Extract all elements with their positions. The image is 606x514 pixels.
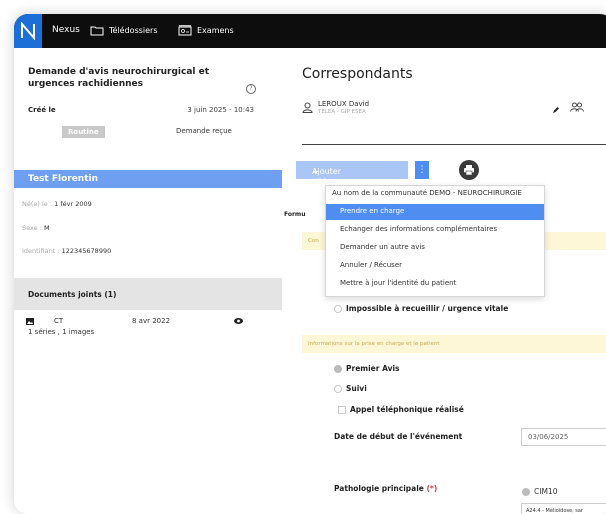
- required-mark: (*): [426, 484, 438, 493]
- image-icon: [26, 318, 34, 325]
- correspondant-org: TELEA - GIP ESEA: [318, 109, 366, 115]
- document-type: CT: [54, 317, 64, 325]
- radio-followup-label: Suivi: [346, 384, 367, 393]
- app-logo[interactable]: [14, 14, 42, 48]
- phone-call-label: Appel téléphonique réalisé: [350, 405, 464, 414]
- left-panel: Demande d'avis neurochirurgical et urgen…: [14, 48, 283, 514]
- radio-impossible[interactable]: Impossible à recueillir / urgence vitale: [334, 304, 508, 313]
- printer-icon: [464, 165, 474, 176]
- start-date-value: 03/06/2025: [528, 433, 569, 441]
- patient-name: Test Florentin: [28, 174, 99, 184]
- logo-icon: [21, 22, 35, 40]
- brand-name[interactable]: Nexus: [52, 25, 80, 35]
- correspondant-name: LEROUX David: [318, 100, 370, 108]
- group-icon[interactable]: [570, 102, 584, 112]
- created-date: 3 juin 2025 - 10:43: [187, 106, 254, 114]
- birthdate-label: Né(e) le :: [22, 200, 55, 208]
- checkbox-indicator: [338, 405, 346, 414]
- patient-header[interactable]: Test Florentin: [14, 170, 282, 188]
- person-icon: [302, 102, 313, 113]
- consent-notice-text: Con: [308, 238, 319, 244]
- app-window: Nexus Télédossiers Examens Demande d'avi…: [14, 14, 606, 514]
- radio-first-opinion-label: Premier Avis: [346, 364, 400, 373]
- menu-item-label: Annuler / Récuser: [340, 261, 403, 269]
- priority-badge: Routine: [62, 126, 105, 138]
- created-label: Créé le: [28, 106, 56, 114]
- identifier-label: Identifiant :: [22, 247, 62, 255]
- care-info-text: Informations sur la prise en charge et l…: [308, 341, 440, 347]
- menu-item-take-charge[interactable]: Prendre en charge: [326, 204, 544, 220]
- section-divider: [302, 144, 606, 145]
- menu-item-update-identity[interactable]: Mettre à jour l'identité du patient: [326, 276, 544, 292]
- radio-indicator: [334, 384, 342, 393]
- menu-item-label: Echanger des informations complémentaire…: [340, 225, 498, 233]
- radio-cim10[interactable]: CIM10: [522, 487, 557, 496]
- nav-teledossiers-label: Télédossiers: [109, 26, 158, 35]
- folder-icon: [90, 26, 104, 36]
- radio-indicator: [334, 304, 342, 313]
- menu-header: Au nom de la communauté DEMO - NEUROCHIR…: [326, 186, 544, 202]
- nav-examens-label: Examens: [197, 26, 234, 35]
- nav-examens[interactable]: Examens: [178, 25, 234, 36]
- pathology-label: Pathologie principale: [334, 484, 427, 493]
- radio-cim10-label: CIM10: [534, 487, 558, 496]
- exams-icon: [178, 25, 192, 36]
- radio-indicator: [522, 487, 530, 496]
- correspondant-row: LEROUX David TELEA - GIP ESEA: [302, 98, 562, 124]
- pathology-label-row: Pathologie principale (*): [334, 484, 437, 493]
- sex-label: Sexe :: [22, 224, 44, 232]
- menu-item-label: Demander un autre avis: [340, 243, 425, 251]
- patient-sex: Sexe : M: [22, 224, 50, 232]
- menu-item-exchange-info[interactable]: Echanger des informations complémentaire…: [326, 222, 544, 238]
- identifier-value: 122345678990: [61, 247, 112, 255]
- kebab-icon: ⋮: [417, 165, 427, 175]
- more-options-button[interactable]: ⋮: [415, 161, 429, 179]
- add-step-button[interactable]: + Ajouter une étape: [296, 161, 408, 194]
- correspondants-title: Correspondants: [302, 66, 413, 82]
- radio-indicator: [334, 364, 342, 373]
- care-info-notice: Informations sur la prise en charge et l…: [302, 335, 606, 353]
- form-label: Formu: [284, 211, 306, 218]
- request-status: Demande reçue: [176, 127, 232, 135]
- edit-icon[interactable]: [552, 106, 560, 114]
- document-item[interactable]: CT 8 avr 2022 1 séries , 1 images: [24, 317, 264, 341]
- menu-item-other-opinion[interactable]: Demander un autre avis: [326, 240, 544, 256]
- top-navbar: Nexus Télédossiers Examens: [14, 14, 606, 48]
- help-icon[interactable]: ?: [246, 84, 256, 94]
- step-menu: Au nom de la communauté DEMO - NEUROCHIR…: [325, 185, 545, 297]
- document-date: 8 avr 2022: [132, 317, 171, 325]
- radio-followup[interactable]: Suivi: [334, 384, 367, 393]
- request-card: Demande d'avis neurochirurgical et urgen…: [14, 66, 282, 156]
- menu-header-label: Au nom de la communauté DEMO - NEUROCHIR…: [332, 189, 522, 197]
- menu-item-label: Mettre à jour l'identité du patient: [340, 279, 457, 287]
- documents-header[interactable]: Documents joints (1): [14, 278, 282, 310]
- cim-select-value: A24.4 - Mélioïdose, sar: [526, 508, 583, 514]
- menu-item-cancel[interactable]: Annuler / Récuser: [326, 258, 544, 274]
- main-panel: Correspondants LEROUX David TELEA - GIP …: [282, 48, 606, 514]
- menu-item-label: Prendre en charge: [340, 207, 405, 215]
- radio-impossible-label: Impossible à recueillir / urgence vitale: [346, 304, 509, 313]
- sex-value: M: [43, 224, 50, 232]
- radio-first-opinion[interactable]: Premier Avis: [334, 364, 400, 373]
- nav-teledossiers[interactable]: Télédossiers: [90, 25, 158, 36]
- documents-title: Documents joints (1): [28, 290, 117, 299]
- request-title: Demande d'avis neurochirurgical et urgen…: [28, 67, 210, 89]
- patient-birthdate: Né(e) le : 1 févr 2009: [22, 200, 92, 208]
- phone-call-checkbox[interactable]: Appel téléphonique réalisé: [338, 405, 464, 414]
- patient-identifier: Identifiant : 122345678990: [22, 247, 111, 255]
- eye-icon[interactable]: [234, 318, 243, 324]
- start-date-input[interactable]: 03/06/2025: [521, 428, 606, 446]
- start-date-label: Date de début de l'événement: [334, 432, 463, 441]
- birthdate-value: 1 févr 2009: [54, 200, 92, 208]
- document-series: 1 séries , 1 images: [28, 328, 95, 336]
- print-button[interactable]: [459, 160, 479, 180]
